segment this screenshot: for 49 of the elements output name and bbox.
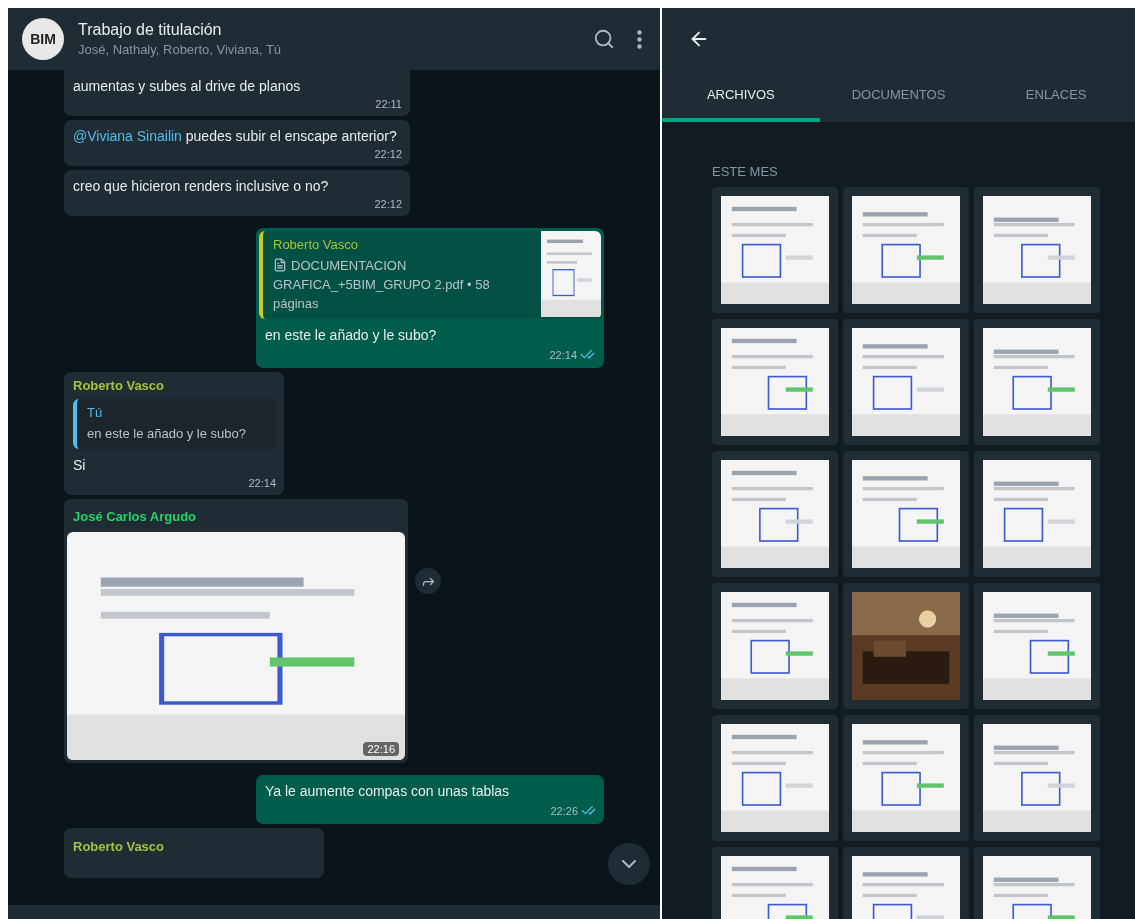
quote-text: en este le añado y le subo? [87, 425, 247, 443]
chat-members: José, Nathaly, Roberto, Viviana, Tú [78, 42, 283, 57]
media-thumbnail[interactable] [843, 319, 969, 445]
media-thumbnail[interactable] [974, 715, 1100, 841]
media-thumbnail[interactable] [712, 187, 838, 313]
search-icon [593, 28, 615, 50]
media-tab[interactable]: ARCHIVOS [662, 70, 820, 122]
media-thumbnail[interactable] [712, 319, 838, 445]
menu-icon [637, 29, 642, 49]
message-time: 22:14 [549, 348, 577, 361]
quoted-document[interactable]: Roberto Vasco DOCUMENTACION GRAFICA_+5BIM_GRUPO 2.pdf • 58 páginas [259, 231, 601, 319]
sender-name: José Carlos Argudo [73, 509, 198, 524]
sender-name: Roberto Vasco [73, 378, 166, 393]
message-time: 22:11 [375, 98, 402, 110]
media-tab[interactable]: DOCUMENTOS [819, 70, 978, 122]
media-thumbnail[interactable] [712, 583, 838, 709]
quote-author: Tú [87, 405, 104, 420]
message-text: @Viviana Sinailin puedes subir el enscape anterior? [73, 127, 398, 146]
message-text: Ya le aumente compas con unas tablas [265, 782, 511, 801]
media-thumbnail[interactable] [974, 583, 1100, 709]
media-thumbnail[interactable] [974, 451, 1100, 577]
media-thumbnail[interactable] [712, 451, 838, 577]
quote-author: Roberto Vasco [273, 237, 360, 252]
message-time: 22:14 [248, 477, 276, 489]
message-text: aumentas y subes al drive de planos [73, 77, 302, 96]
message-time: 22:12 [374, 198, 402, 210]
sender-name: Roberto Vasco [73, 839, 166, 854]
chat-title: Trabajo de titulación [78, 21, 223, 39]
document-icon [273, 258, 287, 272]
media-thumbnail[interactable] [974, 319, 1100, 445]
scroll-down-button[interactable] [608, 843, 650, 885]
media-thumbnail[interactable] [843, 451, 969, 577]
quoted-message[interactable]: Tú en este le añado y le subo? [73, 399, 276, 449]
media-thumbnail[interactable] [712, 715, 838, 841]
message-time: 22:26 [550, 804, 578, 817]
media-thumbnail[interactable] [843, 187, 969, 313]
message-text: en este le añado y le subo? [265, 327, 437, 343]
media-thumbnail[interactable] [843, 583, 969, 709]
media-tab[interactable]: ENLACES [977, 70, 1135, 122]
media-thumbnail[interactable] [974, 187, 1100, 313]
section-heading: ESTE MES [712, 164, 779, 179]
message-text: creo que hicieron renders inclusive o no? [73, 177, 330, 196]
media-thumbnail[interactable] [843, 715, 969, 841]
forward-button[interactable] [415, 568, 441, 594]
group-avatar[interactable]: BIM [22, 18, 64, 60]
message-text: Si [73, 456, 87, 475]
message-time: 22:12 [374, 148, 402, 160]
document-name: DOCUMENTACION GRAFICA_+5BIM_GRUPO 2.pdf • 58 páginas [273, 257, 491, 313]
message-time: 22:16 [363, 742, 399, 756]
